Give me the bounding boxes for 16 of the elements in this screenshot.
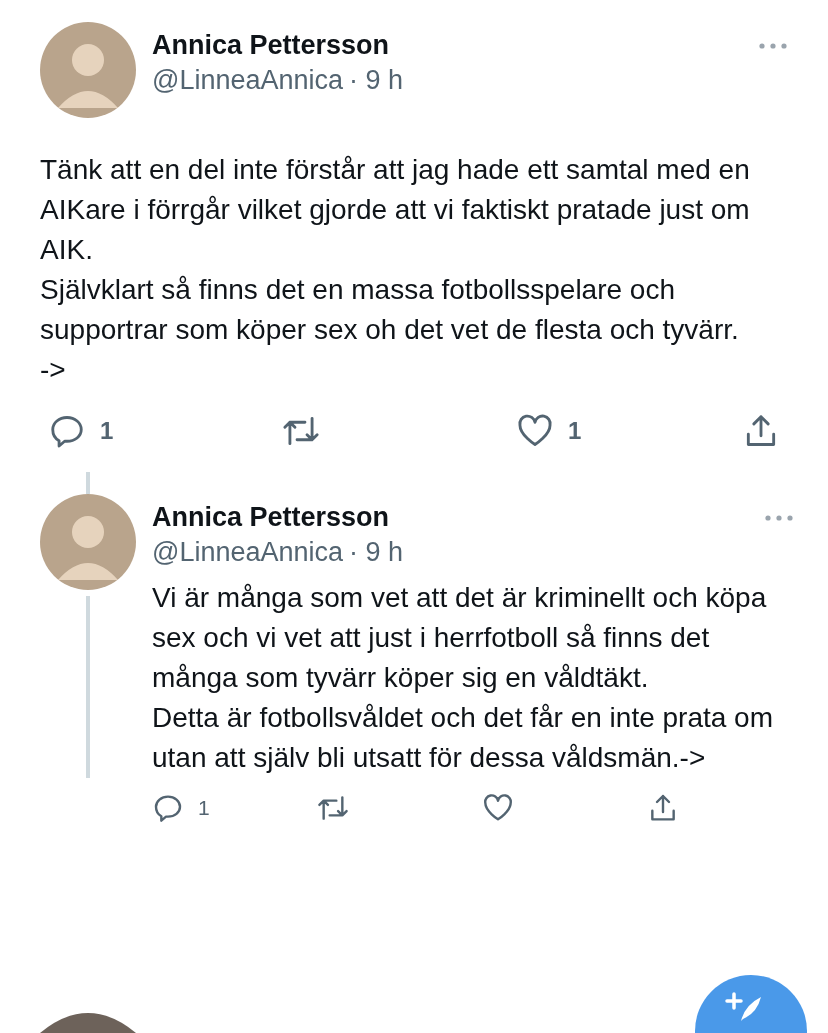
tweet-text: Detta är fotbollsvåldet och det får en inte prata om utan att själv bli utsatt för dessa våldsmän.-> xyxy=(152,701,775,775)
tweet-text: Vi är många som vet att det är kriminellt och köpa sex och vi vet att just i herrfotboll så finns det många som tyvärr köper sig en våldtäkt. xyxy=(152,581,768,695)
author-handle[interactable]: @LinneaAnnica xyxy=(152,65,344,96)
tweet-time[interactable]: · 9 h xyxy=(349,537,404,568)
tweet-time[interactable]: · 9 h xyxy=(349,65,404,96)
tweet-text: -> xyxy=(40,353,67,387)
action-count: 1 xyxy=(100,417,114,445)
tweet-text: Självklart så finns det en massa fotbollsspelare och supportrar som köper sex oh det vet de flesta och tyvärr. xyxy=(40,273,740,347)
author-name[interactable]: Annica Pettersson xyxy=(152,30,404,61)
avatar[interactable] xyxy=(40,1013,136,1033)
action-count: 1 xyxy=(568,417,582,445)
action-count: 1 xyxy=(198,796,210,820)
tweet-text: Tänk att en del inte förstår att jag hade ett samtal med en AIKare i förrgår vilket gjorde att vi faktiskt pratade just om AIK. xyxy=(40,153,751,267)
author-handle[interactable]: @LinneaAnnica xyxy=(152,537,344,568)
author-name[interactable]: Annica Pettersson xyxy=(152,502,404,533)
reply-icon[interactable] xyxy=(152,792,184,824)
